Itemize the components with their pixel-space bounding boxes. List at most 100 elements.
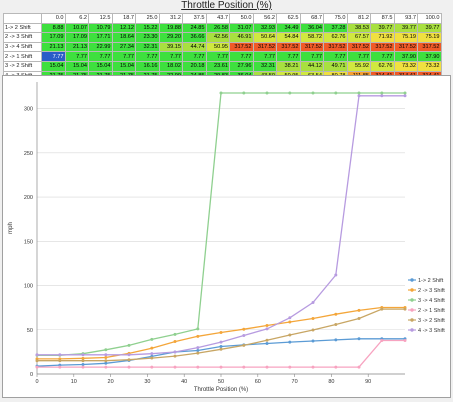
table-cell[interactable]: 75.19 [417, 32, 442, 43]
table-cell[interactable]: 7.77 [111, 51, 136, 62]
table-cell[interactable]: 7.77 [158, 51, 183, 62]
table-cell[interactable]: 67.57 [346, 32, 371, 43]
table-cell[interactable]: 18.64 [111, 32, 136, 43]
table-cell[interactable]: 17.09 [64, 32, 89, 43]
shift-table[interactable]: 0.0 6.2 12.5 18.7 25.0 31.2 37.5 43.7 50.0 56.2 62… [3, 13, 442, 82]
table-cell[interactable]: 39.77 [370, 22, 395, 34]
table-cell[interactable]: 23.61 [205, 60, 230, 72]
x-tick-label: 60 [255, 379, 261, 385]
table-cell[interactable]: 73.32 [417, 60, 442, 72]
table-cell[interactable]: 317.52 [299, 41, 324, 53]
table-cell[interactable]: 50.95 [205, 41, 230, 53]
table-cell[interactable]: 317.52 [323, 41, 348, 53]
table-cell[interactable]: 7.77 [252, 51, 277, 62]
table-cell[interactable]: 20.18 [182, 60, 207, 72]
table-cell[interactable]: 27.34 [111, 41, 136, 53]
table-cell[interactable]: 7.77 [135, 51, 160, 62]
table-cell[interactable]: 7.77 [323, 51, 348, 62]
table-cell[interactable]: 7.77 [370, 51, 395, 62]
x-tick-label: 70 [292, 379, 298, 385]
table-cell[interactable]: 7.77 [229, 51, 254, 62]
table-cell[interactable]: 75.19 [393, 32, 418, 43]
table-cell[interactable]: 317.52 [229, 41, 254, 53]
table-cell[interactable]: 32.31 [252, 60, 277, 72]
table-cell[interactable]: 317.52 [393, 41, 418, 53]
table-cell[interactable]: 7.77 [346, 51, 371, 62]
legend-label: 3 -> 2 Shift [418, 318, 445, 324]
table-cell[interactable]: 71.92 [370, 32, 395, 43]
table-cell[interactable]: 7.77 [276, 51, 301, 62]
table-cell[interactable]: 17.09 [41, 32, 66, 43]
table-cell[interactable]: 17.71 [88, 32, 113, 43]
table-cell[interactable]: 49.71 [323, 60, 348, 72]
table-cell[interactable]: 37.90 [417, 51, 442, 62]
data-point [219, 91, 223, 95]
table-cell[interactable]: 7.77 [299, 51, 324, 62]
table-cell[interactable]: 36.04 [299, 22, 324, 34]
table-cell[interactable]: 22.99 [88, 41, 113, 53]
data-point [150, 356, 154, 360]
x-tick-label: 0 [35, 379, 38, 385]
table-cell[interactable]: 24.85 [182, 22, 207, 34]
data-point [288, 320, 292, 324]
table-cell[interactable]: 317.52 [370, 41, 395, 53]
table-cell[interactable]: 7.77 [41, 51, 66, 62]
table-cell[interactable]: 21.13 [41, 41, 66, 53]
table-cell[interactable]: 50.64 [252, 32, 277, 43]
data-point [127, 343, 131, 347]
table-cell[interactable]: 15.04 [111, 60, 136, 72]
table-cell[interactable]: 7.77 [205, 51, 230, 62]
table-cell[interactable]: 19.88 [158, 22, 183, 34]
table-cell[interactable]: 34.49 [276, 22, 301, 34]
table-cell[interactable]: 15.04 [64, 60, 89, 72]
table-cell[interactable]: 26.58 [205, 22, 230, 34]
table-cell[interactable]: 32.93 [252, 22, 277, 34]
table-cell[interactable]: 317.52 [276, 41, 301, 53]
table-cell[interactable]: 15.04 [88, 60, 113, 72]
data-point [196, 346, 200, 350]
table-cell[interactable]: 317.52 [346, 41, 371, 53]
table-cell[interactable]: 55.92 [346, 60, 371, 72]
table-cell[interactable]: 44.12 [299, 60, 324, 72]
table-cell[interactable]: 23.30 [135, 32, 160, 43]
table-cell[interactable]: 36.66 [182, 32, 207, 43]
table-cell[interactable]: 15.04 [41, 60, 66, 72]
table-cell[interactable]: 10.07 [64, 22, 89, 34]
table-cell[interactable]: 58.72 [299, 32, 324, 43]
table-cell[interactable]: 7.77 [182, 51, 207, 62]
table-cell[interactable]: 39.77 [417, 22, 442, 34]
table-cell[interactable]: 21.13 [64, 41, 89, 53]
table-cell[interactable]: 54.84 [276, 32, 301, 43]
table-cell[interactable]: 37.28 [323, 22, 348, 34]
data-point [104, 356, 108, 360]
table-cell[interactable]: 37.90 [393, 51, 418, 62]
table-cell[interactable]: 7.77 [64, 51, 89, 62]
table-cell[interactable]: 44.74 [182, 41, 207, 53]
table-cell[interactable]: 62.76 [370, 60, 395, 72]
table-cell[interactable]: 18.02 [158, 60, 183, 72]
table-cell[interactable]: 16.16 [135, 60, 160, 72]
table-cell[interactable]: 31.07 [229, 22, 254, 34]
table-cell[interactable]: 8.88 [41, 22, 66, 34]
table-cell[interactable]: 62.76 [323, 32, 348, 43]
table-cell[interactable]: 38.21 [276, 60, 301, 72]
table-cell[interactable]: 15.22 [135, 22, 160, 34]
table-cell[interactable]: 39.15 [158, 41, 183, 53]
table-cell[interactable]: 317.52 [252, 41, 277, 53]
table-cell[interactable]: 42.56 [205, 32, 230, 43]
table-cell[interactable]: 12.12 [111, 22, 136, 34]
column-header: 37.5 [182, 13, 207, 24]
table-cell[interactable]: 317.52 [417, 41, 442, 53]
table-cell[interactable]: 38.53 [346, 22, 371, 34]
table-cell[interactable]: 39.77 [393, 22, 418, 34]
data-point [81, 365, 85, 369]
table-cell[interactable]: 10.79 [88, 22, 113, 34]
table-cell[interactable]: 29.20 [158, 32, 183, 43]
table-cell[interactable]: 27.96 [229, 60, 254, 72]
table-cell[interactable]: 73.32 [393, 60, 418, 72]
data-point [242, 334, 246, 338]
table-cell[interactable]: 7.77 [88, 51, 113, 62]
table-cell[interactable]: 32.31 [135, 41, 160, 53]
table-cell[interactable]: 46.91 [229, 32, 254, 43]
data-point [357, 337, 361, 341]
